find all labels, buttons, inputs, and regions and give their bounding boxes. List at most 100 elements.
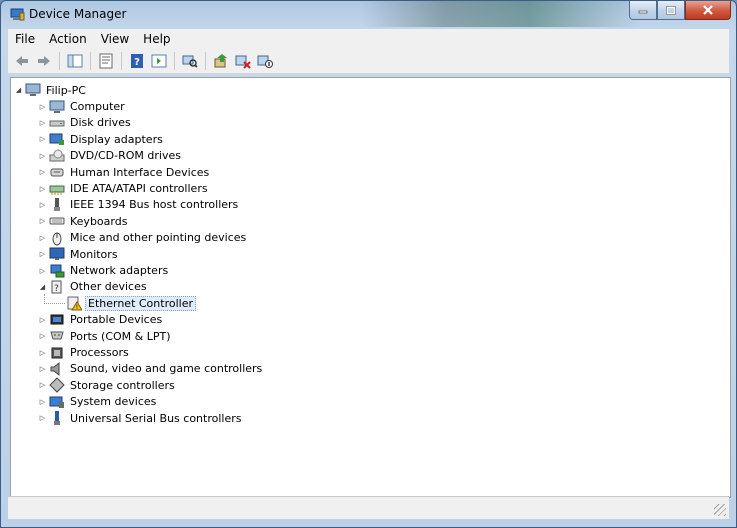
toolbar-separator <box>90 51 91 70</box>
minimize-icon <box>638 10 648 14</box>
tree-item[interactable]: ▷ Computer <box>38 99 127 115</box>
tree-item-label: Ethernet Controller <box>85 295 196 311</box>
scan-hardware-icon <box>182 55 198 68</box>
tree-item[interactable]: ▷ Processors <box>38 345 131 361</box>
tree-item-label: Universal Serial Bus controllers <box>70 411 242 425</box>
tree-item-label: Monitors <box>70 247 118 261</box>
resize-grip[interactable] <box>714 504 726 516</box>
status-bar <box>8 496 729 519</box>
storage-controller-icon <box>49 377 65 394</box>
expand-arrow-icon[interactable]: ▷ <box>38 197 47 213</box>
other-devices-icon: ? <box>49 279 65 295</box>
tree-item[interactable]: ▷ IDE ATA/ATAPI controllers <box>38 181 210 197</box>
port-icon <box>49 328 65 344</box>
caption-buttons <box>629 1 731 20</box>
back-button[interactable] <box>12 51 32 71</box>
tree-item[interactable]: ▷ System devices <box>38 394 158 410</box>
expand-arrow-icon[interactable]: ▷ <box>38 115 47 131</box>
uninstall-button[interactable] <box>233 51 253 71</box>
menu-help[interactable]: Help <box>136 32 177 46</box>
disable-device-icon <box>257 55 273 68</box>
action-pane-icon <box>151 54 167 67</box>
close-button[interactable] <box>685 1 731 20</box>
tree-item-label: DVD/CD-ROM drives <box>70 149 181 163</box>
help-button[interactable]: ? <box>127 51 147 71</box>
action-pane-button[interactable] <box>149 51 169 71</box>
tree-connector-line <box>44 293 65 304</box>
tree-item[interactable]: ▷ Storage controllers <box>38 377 177 394</box>
expand-arrow-icon[interactable]: ▷ <box>38 328 47 344</box>
expand-arrow-icon[interactable]: ▷ <box>38 312 47 328</box>
disable-button[interactable] <box>255 51 275 71</box>
tree-item-label: Other devices <box>70 280 147 294</box>
toolbar-separator <box>59 51 60 70</box>
collapse-arrow-icon[interactable]: ◢ <box>14 82 23 98</box>
maximize-button[interactable] <box>657 1 685 20</box>
expand-arrow-icon[interactable]: ▷ <box>38 164 47 180</box>
tree-item[interactable]: ▷ Portable Devices <box>38 312 164 328</box>
tree-item[interactable]: ▷ Ports (COM & LPT) <box>38 328 173 344</box>
keyboard-icon <box>49 213 65 229</box>
expand-arrow-icon[interactable]: ▷ <box>38 246 47 262</box>
tree-item[interactable]: ▷ DVD/CD-ROM drives <box>38 148 183 164</box>
properties-icon <box>99 53 113 68</box>
menu-view[interactable]: View <box>94 32 136 46</box>
properties-button[interactable] <box>96 51 116 71</box>
show-hide-console-tree-button[interactable] <box>65 51 85 71</box>
expand-arrow-icon[interactable]: ▷ <box>38 213 47 229</box>
tree-item-label: Human Interface Devices <box>70 165 210 179</box>
system-device-icon <box>49 394 65 410</box>
menu-file[interactable]: File <box>8 32 42 46</box>
tree-item[interactable]: ▷ Disk drives <box>38 115 133 131</box>
update-driver-button[interactable] <box>211 51 231 71</box>
forward-button[interactable] <box>34 51 54 71</box>
tree-item-label: Disk drives <box>70 116 131 130</box>
expand-arrow-icon[interactable]: ▷ <box>38 148 47 164</box>
tree-item[interactable]: ▷ Mice and other pointing devices <box>38 230 248 246</box>
title-bar[interactable]: Device Manager <box>1 1 736 27</box>
tree-root-label: Filip-PC <box>46 83 86 97</box>
svg-text:?: ? <box>54 284 59 294</box>
device-manager-window: Device Manager File Action View Help ? ◢… <box>0 0 737 528</box>
ide-controller-icon <box>49 181 65 197</box>
tree-item[interactable]: ▷ Monitors <box>38 246 120 262</box>
expand-arrow-icon[interactable]: ▷ <box>38 263 47 279</box>
firewire-icon <box>49 197 65 213</box>
expand-arrow-icon[interactable]: ▷ <box>38 394 47 410</box>
expand-arrow-icon[interactable]: ▷ <box>38 131 47 147</box>
tree-item[interactable]: ! Ethernet Controller <box>55 295 196 311</box>
expand-arrow-icon[interactable]: ▷ <box>38 361 47 377</box>
toolbar: ? <box>8 48 729 74</box>
network-adapter-icon <box>49 263 65 279</box>
tree-item-label: System devices <box>70 395 157 409</box>
expand-arrow-icon[interactable]: ▷ <box>38 377 47 393</box>
tree-item[interactable]: ▷ Sound, video and game controllers <box>38 361 264 377</box>
tree-item[interactable]: ▷ Universal Serial Bus controllers <box>38 410 243 426</box>
tree-root[interactable]: ◢ Filip-PC <box>14 82 88 98</box>
expand-arrow-icon[interactable]: ▷ <box>38 99 47 115</box>
minimize-button[interactable] <box>629 1 657 20</box>
sound-icon <box>49 361 65 377</box>
expand-arrow-icon[interactable]: ▷ <box>38 230 47 246</box>
forward-arrow-icon <box>38 55 50 66</box>
tree-item-label: Keyboards <box>70 214 128 228</box>
scan-hardware-button[interactable] <box>180 51 200 71</box>
tree-item-label: IEEE 1394 Bus host controllers <box>70 198 239 212</box>
tree-item[interactable]: ▷ Display adapters <box>38 131 165 147</box>
tree-item[interactable]: ▷ Keyboards <box>38 213 129 229</box>
collapse-arrow-icon[interactable]: ◢ <box>38 279 47 295</box>
tree-item[interactable]: ▷ Human Interface Devices <box>38 164 211 180</box>
tree-item[interactable]: ▷ Network adapters <box>38 263 170 279</box>
mouse-icon <box>49 230 65 246</box>
expand-arrow-icon[interactable]: ▷ <box>38 345 47 361</box>
tree-item-label: Storage controllers <box>70 378 175 392</box>
expand-arrow-icon[interactable]: ▷ <box>38 410 47 426</box>
expand-arrow-icon[interactable]: ▷ <box>38 181 47 197</box>
tree-item[interactable]: ▷ IEEE 1394 Bus host controllers <box>38 197 240 213</box>
title-bar-background <box>361 1 641 27</box>
usb-icon <box>49 410 65 426</box>
computer-icon <box>25 82 41 98</box>
device-tree[interactable]: ◢ Filip-PC ▷ Computer ▷ Disk drives ▷ Display… <box>10 77 731 498</box>
tree-item[interactable]: ◢? Other devices <box>38 279 149 295</box>
menu-action[interactable]: Action <box>42 32 94 46</box>
